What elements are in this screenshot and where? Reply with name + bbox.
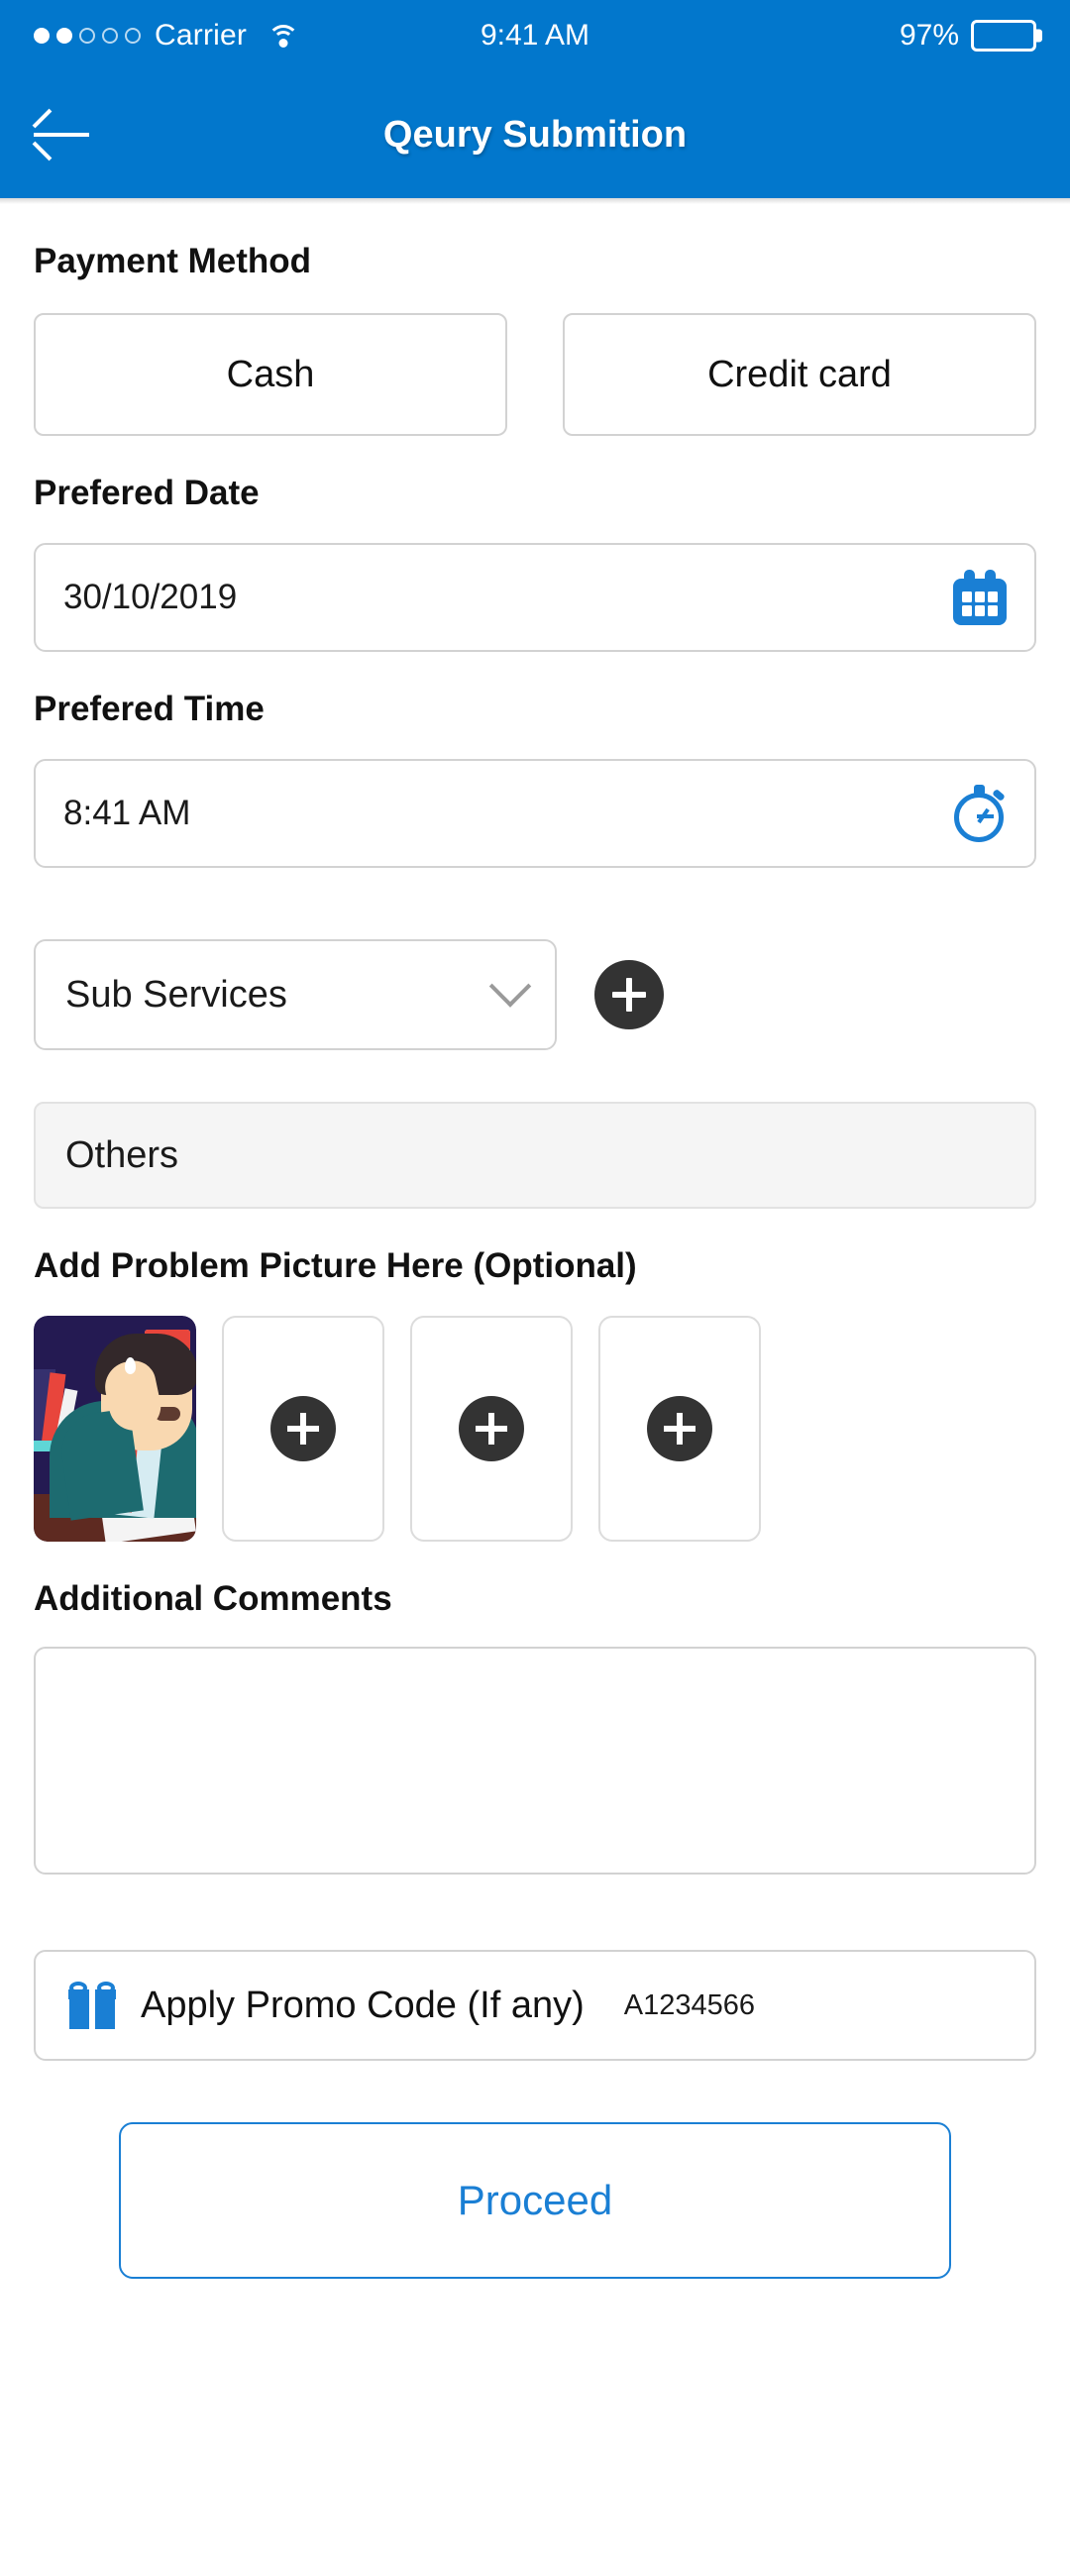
picture-slot-filled[interactable] (34, 1316, 196, 1542)
payment-method-options: Cash Credit card (34, 313, 1036, 436)
page-title: Qeury Submition (382, 113, 688, 156)
stopwatch-icon[interactable] (951, 785, 1007, 842)
additional-comments-label: Additional Comments (34, 1579, 392, 1618)
battery-percent-label: 97% (899, 19, 959, 52)
stressed-businessman-illustration (34, 1316, 196, 1542)
sub-services-dropdown[interactable]: Sub Services (34, 939, 557, 1050)
preferred-time-field[interactable]: 8:41 AM (34, 759, 1036, 868)
status-bar-left: Carrier (34, 19, 300, 53)
plus-icon (459, 1396, 524, 1461)
nav-divider (0, 198, 1070, 204)
battery-icon (971, 20, 1036, 52)
picture-slots[interactable] (34, 1316, 1036, 1542)
plus-icon (270, 1396, 336, 1461)
proceed-button[interactable]: Proceed (119, 2122, 951, 2279)
navigation-bar: Qeury Submition (0, 71, 1070, 198)
gift-icon (68, 1982, 116, 2029)
arrow-left-icon (34, 133, 89, 137)
add-picture-label: Add Problem Picture Here (Optional) (34, 1246, 637, 1285)
payment-option-credit-card[interactable]: Credit card (563, 313, 1036, 436)
others-field[interactable]: Others (34, 1102, 1036, 1209)
add-sub-service-button[interactable] (594, 960, 664, 1029)
proceed-button-wrap: Proceed (34, 2122, 1036, 2279)
picture-slot-empty[interactable] (222, 1316, 384, 1542)
calendar-icon[interactable] (953, 570, 1007, 625)
preferred-time-value: 8:41 AM (63, 794, 191, 832)
preferred-time-label: Prefered Time (34, 690, 265, 728)
payment-option-cash[interactable]: Cash (34, 313, 507, 436)
plus-icon (647, 1396, 712, 1461)
signal-strength-icon (34, 28, 141, 44)
back-button[interactable] (34, 100, 103, 169)
additional-comments-input[interactable] (34, 1647, 1036, 1875)
status-bar-right: 97% (900, 19, 1036, 53)
picture-slot-empty[interactable] (598, 1316, 761, 1542)
picture-slot-empty[interactable] (410, 1316, 573, 1542)
status-bar: Carrier 9:41 AM 97% (0, 0, 1070, 71)
sub-services-value: Sub Services (65, 973, 287, 1016)
wifi-icon (267, 23, 300, 49)
preferred-date-value: 30/10/2019 (63, 578, 238, 616)
form-content: Payment Method Cash Credit card Prefered… (0, 242, 1070, 2279)
preferred-date-label: Prefered Date (34, 474, 260, 512)
carrier-label: Carrier (155, 19, 248, 52)
chevron-down-icon (488, 965, 532, 1008)
promo-code-value: A1234566 (623, 1988, 755, 2021)
preferred-date-field[interactable]: 30/10/2019 (34, 543, 1036, 652)
payment-method-label: Payment Method (34, 242, 312, 280)
sub-services-row: Sub Services (34, 939, 1036, 1050)
promo-code-label: Apply Promo Code (If any) (141, 1984, 585, 2026)
promo-code-field[interactable]: Apply Promo Code (If any) A1234566 (34, 1950, 1036, 2061)
